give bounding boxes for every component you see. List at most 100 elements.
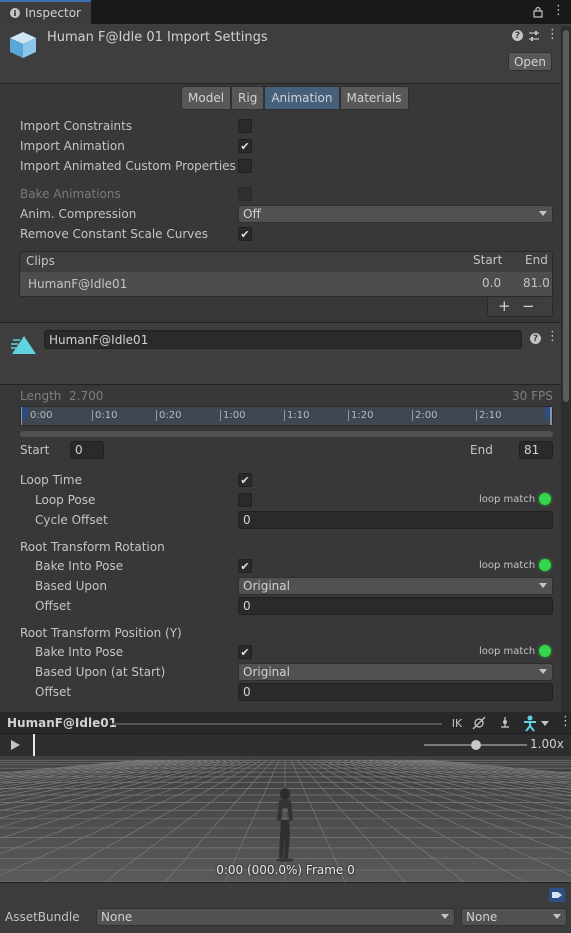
- start-marker-icon[interactable]: [21, 407, 29, 425]
- assetbundle-value: None: [101, 910, 133, 924]
- clip-name: HumanF@Idle01: [28, 277, 128, 291]
- preview-menu-icon[interactable]: ⋮: [559, 714, 571, 729]
- import-constraints-label: Import Constraints: [20, 119, 133, 133]
- assetbundle-variant-value: None: [466, 910, 498, 924]
- loop-pose-match-label: loop match: [479, 494, 536, 505]
- preview-drag-handle[interactable]: [112, 723, 442, 725]
- remove-clip-button[interactable]: −: [522, 297, 535, 315]
- end-label: End: [470, 443, 493, 457]
- timeline-ruler[interactable]: 0:00 0:10 0:20 1:00 1:10 1:20 2:00 2:10: [20, 406, 553, 426]
- start-field[interactable]: 0: [70, 441, 104, 459]
- assetbundle-dropdown[interactable]: None: [96, 908, 455, 926]
- clip-header: HumanF@Idle01 ? ⋮: [0, 322, 561, 385]
- import-custom-props-label: Import Animated Custom Properties: [20, 159, 236, 173]
- posy-section-title: Root Transform Position (Y): [20, 626, 182, 640]
- timeline-scrollbar[interactable]: [20, 431, 553, 437]
- assetbundle-variant-dropdown[interactable]: None: [461, 908, 567, 926]
- assetbundle-label: AssetBundle: [5, 910, 80, 924]
- loop-pose-checkbox[interactable]: [238, 493, 252, 507]
- import-tabs: Model Rig Animation Materials: [181, 86, 409, 110]
- tab-model[interactable]: Model: [181, 86, 232, 110]
- avatar-icon[interactable]: [521, 714, 539, 732]
- posy-bake-checkbox[interactable]: ✔: [238, 645, 252, 659]
- end-marker-icon[interactable]: [544, 407, 552, 425]
- rotation-match-label: loop match: [479, 560, 536, 571]
- cycle-offset-label: Cycle Offset: [35, 513, 108, 527]
- ik-toggle[interactable]: IK: [447, 714, 467, 732]
- posy-offset-label: Offset: [35, 685, 72, 699]
- tab-animation[interactable]: Animation: [264, 86, 340, 110]
- tick-label: 1:10: [284, 410, 309, 421]
- length-label: Length: [20, 389, 62, 403]
- rotation-bake-checkbox[interactable]: ✔: [238, 559, 252, 573]
- clips-list: Clips Start End HumanF@Idle01 0.0 81.0: [19, 251, 553, 297]
- inspector-scrollbar-thumb[interactable]: [563, 30, 569, 402]
- anim-compression-label: Anim. Compression: [20, 207, 137, 221]
- playhead[interactable]: [33, 734, 35, 756]
- header-title: Human F@Idle 01 Import Settings: [47, 30, 268, 45]
- rotation-based-label: Based Upon: [35, 579, 107, 593]
- import-custom-props-checkbox[interactable]: [238, 159, 252, 173]
- avatar-dropdown-icon[interactable]: [541, 721, 549, 726]
- play-icon[interactable]: [11, 740, 20, 750]
- chevron-down-icon: [553, 914, 561, 919]
- posy-based-label: Based Upon (at Start): [35, 665, 166, 679]
- loop-pose-label: Loop Pose: [35, 493, 96, 507]
- bake-animations-label: Bake Animations: [20, 187, 121, 201]
- clip-menu-icon[interactable]: ⋮: [546, 329, 559, 344]
- import-constraints-checkbox[interactable]: [238, 119, 252, 133]
- end-field[interactable]: 81: [519, 441, 553, 459]
- rotation-based-value: Original: [243, 579, 290, 593]
- chevron-down-icon: [539, 669, 547, 674]
- import-animation-label: Import Animation: [20, 139, 125, 153]
- tab-rig[interactable]: Rig: [231, 86, 265, 110]
- label-tag-icon[interactable]: [549, 888, 565, 902]
- add-clip-button[interactable]: +: [498, 297, 511, 315]
- info-icon: i: [10, 8, 20, 18]
- preview-title: HumanF@Idle01: [7, 716, 117, 730]
- remove-scale-checkbox[interactable]: ✔: [238, 227, 252, 241]
- speed-slider-thumb[interactable]: [470, 740, 481, 750]
- import-animation-checkbox[interactable]: ✔: [238, 139, 252, 153]
- rotation-based-dropdown[interactable]: Original: [238, 577, 553, 595]
- posy-match-indicator: [539, 645, 551, 657]
- help-icon[interactable]: ?: [512, 30, 523, 41]
- tab-materials[interactable]: Materials: [339, 86, 409, 110]
- preview-toolbar: HumanF@Idle01 IK ⋮: [0, 712, 571, 734]
- tick-label: 0:10: [92, 410, 117, 421]
- chevron-down-icon: [441, 914, 449, 919]
- preview-playback-bar: 1.00x: [0, 734, 571, 756]
- header-menu-icon[interactable]: ⋮: [546, 27, 559, 42]
- inspector-tab-label: Inspector: [25, 6, 81, 20]
- inspector-tab-bar: i Inspector ⋮: [0, 0, 571, 24]
- clips-start-header: Start: [473, 253, 503, 267]
- preview-viewport[interactable]: 0:00 (000.0%) Frame 0: [0, 756, 571, 882]
- assetbundle-footer: AssetBundle None None: [0, 882, 571, 933]
- speed-value: 1.00x: [530, 737, 564, 751]
- bake-animations-checkbox: [238, 187, 252, 201]
- anim-compression-dropdown[interactable]: Off: [238, 205, 553, 223]
- presets-icon[interactable]: [528, 30, 540, 42]
- rotation-offset-field[interactable]: 0: [238, 597, 553, 615]
- posy-based-value: Original: [243, 665, 290, 679]
- tab-menu-icon[interactable]: ⋮: [552, 4, 565, 18]
- posy-based-dropdown[interactable]: Original: [238, 663, 553, 681]
- clip-name-field[interactable]: HumanF@Idle01: [44, 330, 522, 349]
- loop-time-checkbox[interactable]: ✔: [238, 473, 252, 487]
- clip-start: 0.0: [482, 276, 502, 290]
- clip-help-icon[interactable]: ?: [530, 333, 541, 344]
- cycle-offset-field[interactable]: 0: [238, 511, 553, 529]
- clips-header: Clips: [26, 254, 55, 268]
- fps-value: 30 FPS: [512, 389, 553, 403]
- open-button[interactable]: Open: [508, 52, 552, 71]
- pivot-position-icon[interactable]: [497, 715, 513, 731]
- inspector-tab[interactable]: i Inspector: [0, 0, 91, 24]
- chevron-down-icon: [539, 583, 547, 588]
- posy-offset-field[interactable]: 0: [238, 683, 553, 701]
- lock-icon[interactable]: [532, 6, 544, 18]
- clip-row[interactable]: HumanF@Idle01 0.0 81.0: [20, 272, 552, 296]
- remove-scale-label: Remove Constant Scale Curves: [20, 227, 209, 241]
- tick-label: 0:20: [156, 410, 181, 421]
- pivot-toggle-icon[interactable]: [472, 716, 486, 730]
- rotation-match-indicator: [539, 559, 551, 571]
